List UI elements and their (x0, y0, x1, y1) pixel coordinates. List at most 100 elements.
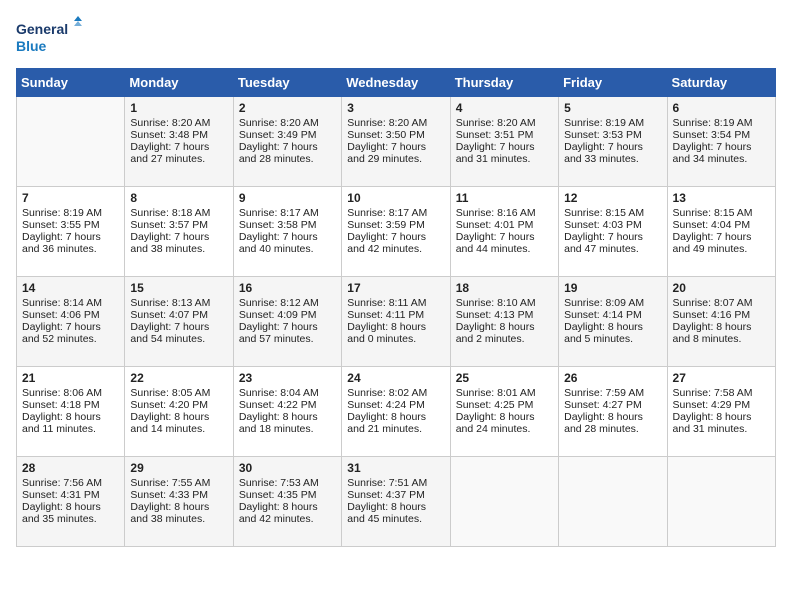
sunrise-text: Sunrise: 7:56 AM (22, 477, 102, 489)
sunrise-text: Sunrise: 8:02 AM (347, 387, 427, 399)
calendar-week-5: 28Sunrise: 7:56 AMSunset: 4:31 PMDayligh… (17, 457, 776, 547)
calendar-cell: 28Sunrise: 7:56 AMSunset: 4:31 PMDayligh… (17, 457, 125, 547)
sunrise-text: Sunrise: 8:20 AM (130, 117, 210, 129)
calendar-cell: 31Sunrise: 7:51 AMSunset: 4:37 PMDayligh… (342, 457, 450, 547)
daylight-text: Daylight: 7 hours and 28 minutes. (239, 141, 318, 165)
day-number: 21 (22, 371, 119, 385)
sunrise-text: Sunrise: 8:20 AM (456, 117, 536, 129)
header-wednesday: Wednesday (342, 69, 450, 97)
logo: General Blue (16, 16, 86, 56)
day-number: 29 (130, 461, 227, 475)
day-number: 26 (564, 371, 661, 385)
calendar-cell: 15Sunrise: 8:13 AMSunset: 4:07 PMDayligh… (125, 277, 233, 367)
calendar-cell (667, 457, 775, 547)
day-number: 20 (673, 281, 770, 295)
daylight-text: Daylight: 8 hours and 42 minutes. (239, 501, 318, 525)
calendar-cell: 6Sunrise: 8:19 AMSunset: 3:54 PMDaylight… (667, 97, 775, 187)
calendar-cell: 1Sunrise: 8:20 AMSunset: 3:48 PMDaylight… (125, 97, 233, 187)
sunrise-text: Sunrise: 8:17 AM (239, 207, 319, 219)
daylight-text: Daylight: 7 hours and 38 minutes. (130, 231, 209, 255)
sunset-text: Sunset: 4:33 PM (130, 489, 208, 501)
day-number: 7 (22, 191, 119, 205)
calendar-cell: 4Sunrise: 8:20 AMSunset: 3:51 PMDaylight… (450, 97, 558, 187)
daylight-text: Daylight: 7 hours and 47 minutes. (564, 231, 643, 255)
day-number: 12 (564, 191, 661, 205)
header-thursday: Thursday (450, 69, 558, 97)
calendar-cell: 22Sunrise: 8:05 AMSunset: 4:20 PMDayligh… (125, 367, 233, 457)
calendar-cell: 30 Sunrise: 7:53 AMSunset: 4:35 PMDayligh… (233, 457, 341, 547)
calendar-cell: 14Sunrise: 8:14 AMSunset: 4:06 PMDayligh… (17, 277, 125, 367)
daylight-text: Daylight: 8 hours and 45 minutes. (347, 501, 426, 525)
sunrise-text: Sunrise: 7:58 AM (673, 387, 753, 399)
sunset-text: Sunset: 3:53 PM (564, 129, 642, 141)
calendar-cell: 2Sunrise: 8:20 AMSunset: 3:49 PMDaylight… (233, 97, 341, 187)
calendar-cell: 29Sunrise: 7:55 AMSunset: 4:33 PMDayligh… (125, 457, 233, 547)
day-number: 31 (347, 461, 444, 475)
sunrise-text: Sunrise: 8:04 AM (239, 387, 319, 399)
sunrise-text: Sunrise: 8:19 AM (564, 117, 644, 129)
header-monday: Monday (125, 69, 233, 97)
sunset-text: Sunset: 3:54 PM (673, 129, 751, 141)
day-number: 24 (347, 371, 444, 385)
calendar-cell: 25Sunrise: 8:01 AMSunset: 4:25 PMDayligh… (450, 367, 558, 457)
sunrise-text: Sunrise: 8:19 AM (22, 207, 102, 219)
daylight-text: Daylight: 8 hours and 0 minutes. (347, 321, 426, 345)
calendar-cell: 24Sunrise: 8:02 AMSunset: 4:24 PMDayligh… (342, 367, 450, 457)
svg-text:Blue: Blue (16, 38, 47, 54)
sunset-text: Sunset: 4:24 PM (347, 399, 425, 411)
day-number: 1 (130, 101, 227, 115)
sunrise-text: Sunrise: 8:13 AM (130, 297, 210, 309)
day-number: 9 (239, 191, 336, 205)
sunset-text: Sunset: 4:07 PM (130, 309, 208, 321)
daylight-text: Daylight: 8 hours and 28 minutes. (564, 411, 643, 435)
header-friday: Friday (559, 69, 667, 97)
calendar-cell: 10Sunrise: 8:17 AMSunset: 3:59 PMDayligh… (342, 187, 450, 277)
sunset-text: Sunset: 4:35 PM (239, 489, 317, 501)
sunset-text: Sunset: 4:01 PM (456, 219, 534, 231)
calendar-cell: 11Sunrise: 8:16 AMSunset: 4:01 PMDayligh… (450, 187, 558, 277)
sunset-text: Sunset: 4:14 PM (564, 309, 642, 321)
header-tuesday: Tuesday (233, 69, 341, 97)
sunset-text: Sunset: 4:25 PM (456, 399, 534, 411)
daylight-text: Daylight: 8 hours and 5 minutes. (564, 321, 643, 345)
day-number: 30 (239, 461, 336, 475)
sunset-text: Sunset: 3:57 PM (130, 219, 208, 231)
calendar-week-1: 1Sunrise: 8:20 AMSunset: 3:48 PMDaylight… (17, 97, 776, 187)
calendar-cell: 16Sunrise: 8:12 AMSunset: 4:09 PMDayligh… (233, 277, 341, 367)
sunrise-text: Sunrise: 8:17 AM (347, 207, 427, 219)
calendar-cell: 27Sunrise: 7:58 AMSunset: 4:29 PMDayligh… (667, 367, 775, 457)
sunrise-text: Sunrise: 8:16 AM (456, 207, 536, 219)
calendar-cell: 8Sunrise: 8:18 AMSunset: 3:57 PMDaylight… (125, 187, 233, 277)
day-number: 14 (22, 281, 119, 295)
sunrise-text: Sunrise: 8:07 AM (673, 297, 753, 309)
calendar-cell: 23Sunrise: 8:04 AMSunset: 4:22 PMDayligh… (233, 367, 341, 457)
calendar-cell: 17Sunrise: 8:11 AMSunset: 4:11 PMDayligh… (342, 277, 450, 367)
sunrise-text: Sunrise: 8:18 AM (130, 207, 210, 219)
sunrise-text: Sunrise: 8:05 AM (130, 387, 210, 399)
sunrise-text: Sunrise: 8:06 AM (22, 387, 102, 399)
day-number: 28 (22, 461, 119, 475)
daylight-text: Daylight: 7 hours and 42 minutes. (347, 231, 426, 255)
daylight-text: Daylight: 7 hours and 44 minutes. (456, 231, 535, 255)
sunset-text: Sunset: 3:48 PM (130, 129, 208, 141)
sunset-text: Sunset: 3:51 PM (456, 129, 534, 141)
day-number: 13 (673, 191, 770, 205)
sunset-text: Sunset: 3:50 PM (347, 129, 425, 141)
sunset-text: Sunset: 4:04 PM (673, 219, 751, 231)
calendar-cell: 12Sunrise: 8:15 AMSunset: 4:03 PMDayligh… (559, 187, 667, 277)
calendar-cell: 9Sunrise: 8:17 AMSunset: 3:58 PMDaylight… (233, 187, 341, 277)
day-number: 17 (347, 281, 444, 295)
calendar-cell: 3Sunrise: 8:20 AMSunset: 3:50 PMDaylight… (342, 97, 450, 187)
daylight-text: Daylight: 7 hours and 49 minutes. (673, 231, 752, 255)
daylight-text: Daylight: 7 hours and 36 minutes. (22, 231, 101, 255)
calendar-cell: 7Sunrise: 8:19 AMSunset: 3:55 PMDaylight… (17, 187, 125, 277)
sunrise-text: Sunrise: 7:53 AM (239, 477, 319, 489)
sunset-text: Sunset: 4:37 PM (347, 489, 425, 501)
header-saturday: Saturday (667, 69, 775, 97)
sunrise-text: Sunrise: 8:15 AM (673, 207, 753, 219)
sunrise-text: Sunrise: 8:10 AM (456, 297, 536, 309)
calendar-cell: 5Sunrise: 8:19 AMSunset: 3:53 PMDaylight… (559, 97, 667, 187)
sunset-text: Sunset: 4:06 PM (22, 309, 100, 321)
sunrise-text: Sunrise: 8:09 AM (564, 297, 644, 309)
day-number: 22 (130, 371, 227, 385)
